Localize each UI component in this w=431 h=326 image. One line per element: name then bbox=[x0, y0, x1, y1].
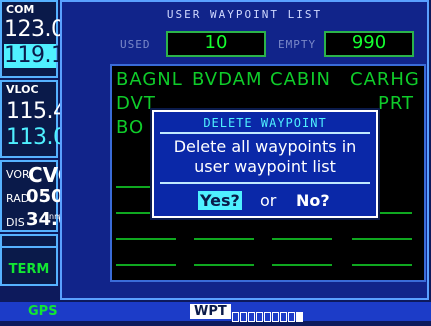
empty-slot bbox=[116, 264, 176, 266]
empty-label: EMPTY bbox=[278, 38, 317, 51]
waypoint-item[interactable]: BO bbox=[116, 117, 144, 138]
com-label: COM bbox=[6, 3, 35, 16]
empty-slot bbox=[194, 264, 254, 266]
empty-slot bbox=[194, 238, 254, 240]
vloc-label: VLOC bbox=[6, 83, 39, 96]
empty-count: 990 bbox=[324, 31, 414, 57]
waypoint-item[interactable]: BVDAM bbox=[192, 69, 263, 90]
yes-button[interactable]: Yes? bbox=[198, 191, 242, 210]
empty-slot bbox=[116, 238, 176, 240]
page-group-label: WPT bbox=[190, 304, 231, 319]
dialog-button-rule bbox=[160, 182, 370, 184]
empty-slot bbox=[272, 264, 332, 266]
com-active-frequency[interactable]: 119.100 bbox=[4, 44, 92, 68]
empty-slot bbox=[352, 264, 412, 266]
term-window: TERM bbox=[0, 234, 58, 286]
dialog-message-line-1: Delete all waypoints in bbox=[173, 137, 357, 156]
dialog-title: DELETE WAYPOINT bbox=[203, 116, 327, 130]
cdi-mode-indicator: GPS bbox=[28, 304, 58, 319]
empty-slot bbox=[272, 238, 332, 240]
com-window: COM 123.000 119.100 bbox=[0, 0, 92, 78]
no-button[interactable]: No? bbox=[296, 191, 330, 210]
term-indicator: TERM bbox=[8, 262, 50, 277]
page-title: USER WAYPOINT LIST bbox=[166, 8, 323, 21]
dis-label: DIS bbox=[6, 216, 25, 229]
page-indicator bbox=[232, 307, 304, 322]
waypoint-item[interactable]: CABIN bbox=[270, 69, 331, 90]
empty-slot bbox=[352, 238, 412, 240]
vloc-window: VLOC 115.40 113.00 bbox=[0, 80, 80, 158]
dialog-title-rule bbox=[160, 132, 370, 134]
used-count: 10 bbox=[166, 31, 266, 57]
waypoint-item[interactable]: PRT bbox=[378, 93, 414, 114]
dialog-message-line-2: user waypoint list bbox=[194, 157, 336, 176]
or-text: or bbox=[260, 191, 277, 210]
delete-waypoint-dialog: DELETE WAYPOINT Delete all waypoints in … bbox=[150, 108, 380, 220]
vor-window: VOR CVO RAD 050° DIS 34.6 nm bbox=[0, 160, 75, 232]
used-label: USED bbox=[120, 38, 151, 51]
waypoint-item[interactable]: DVT bbox=[116, 93, 156, 114]
term-separator bbox=[2, 246, 56, 248]
vor-label: VOR bbox=[6, 168, 30, 181]
status-bar: GPS WPT bbox=[0, 302, 431, 322]
waypoint-item[interactable]: BAGNL bbox=[116, 69, 183, 90]
waypoint-item[interactable]: CARHG bbox=[350, 69, 420, 90]
